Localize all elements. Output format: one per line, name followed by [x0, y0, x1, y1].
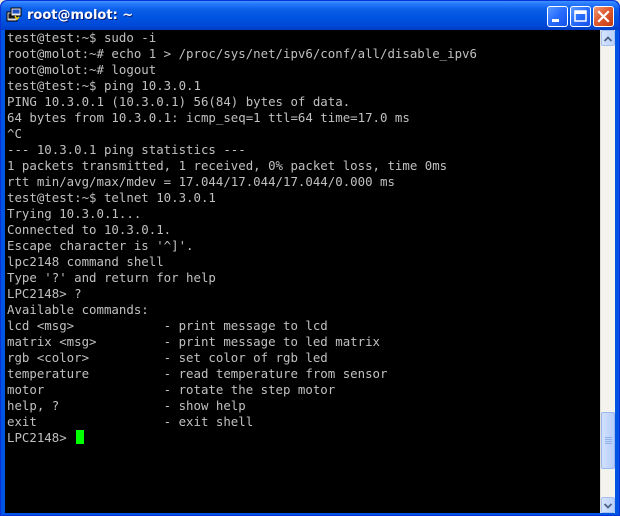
close-button[interactable] — [593, 6, 614, 27]
terminal-line: motor - rotate the step motor — [7, 382, 336, 397]
maximize-icon — [574, 10, 587, 22]
terminal-line: lpc2148 command shell — [7, 254, 164, 269]
terminal-line: test@test:~$ ping 10.3.0.1 — [7, 78, 201, 93]
terminal-line: Type '?' and return for help — [7, 270, 216, 285]
scroll-down-button[interactable] — [601, 497, 615, 513]
terminal-line: Trying 10.3.0.1... — [7, 206, 142, 221]
terminal-line: ^C — [7, 126, 22, 141]
terminal-line: rtt min/avg/max/mdev = 17.044/17.044/17.… — [7, 174, 395, 189]
close-icon — [597, 10, 610, 23]
terminal-line: rgb <color> - set color of rgb led — [7, 350, 328, 365]
terminal-line: Escape character is '^]'. — [7, 238, 194, 253]
terminal-line: Connected to 10.3.0.1. — [7, 222, 172, 237]
putty-icon[interactable] — [6, 7, 22, 23]
terminal-prompt: LPC2148> — [7, 430, 75, 445]
text-cursor — [76, 430, 85, 444]
terminal-line: LPC2148> ? — [7, 286, 82, 301]
title-bar[interactable]: root@molot: ~ — [1, 1, 619, 30]
terminal-output[interactable]: test@test:~$ sudo -i root@molot:~# echo … — [5, 30, 600, 513]
putty-window: root@molot: ~ test@test:~$ sudo -i root@… — [0, 0, 620, 516]
terminal-line: exit - exit shell — [7, 414, 254, 429]
terminal-line: root@molot:~# echo 1 > /proc/sys/net/ipv… — [7, 46, 477, 61]
scroll-thumb[interactable] — [601, 412, 615, 469]
minimize-icon — [552, 19, 559, 22]
terminal-line: help, ? - show help — [7, 398, 246, 413]
minimize-button[interactable] — [547, 6, 568, 27]
maximize-button[interactable] — [570, 6, 591, 27]
scroll-up-button[interactable] — [601, 30, 615, 46]
terminal-line: root@molot:~# logout — [7, 62, 157, 77]
terminal-line: temperature - read temperature from sens… — [7, 366, 388, 381]
terminal-area[interactable]: test@test:~$ sudo -i root@molot:~# echo … — [5, 30, 615, 513]
arrow-up-icon — [603, 36, 613, 42]
terminal-line: 1 packets transmitted, 1 received, 0% pa… — [7, 158, 448, 173]
window-title: root@molot: ~ — [27, 8, 134, 23]
terminal-line: 64 bytes from 10.3.0.1: icmp_seq=1 ttl=6… — [7, 110, 410, 125]
terminal-line: --- 10.3.0.1 ping statistics --- — [7, 142, 246, 157]
terminal-line: test@test:~$ telnet 10.3.0.1 — [7, 190, 216, 205]
terminal-line: matrix <msg> - print message to led matr… — [7, 334, 380, 349]
terminal-line: Available commands: — [7, 302, 149, 317]
terminal-prompt-line[interactable]: LPC2148> — [7, 430, 85, 446]
terminal-line: PING 10.3.0.1 (10.3.0.1) 56(84) bytes of… — [7, 94, 351, 109]
terminal-line: test@test:~$ sudo -i — [7, 30, 157, 45]
arrow-down-icon — [603, 503, 613, 509]
terminal-line: lcd <msg> - print message to lcd — [7, 318, 328, 333]
vertical-scrollbar[interactable] — [600, 30, 615, 513]
